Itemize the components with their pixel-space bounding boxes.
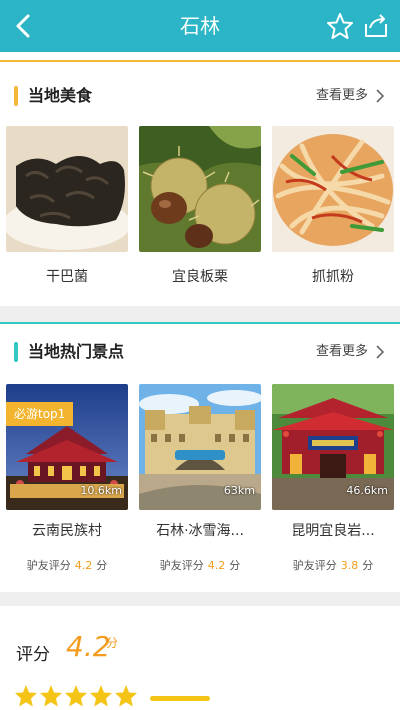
rating-score: 4.2 xyxy=(66,630,111,663)
rating-unit: 分 xyxy=(96,559,108,572)
star-icon xyxy=(90,685,112,707)
rating-line: 驴友评分 4.2 分 xyxy=(139,557,261,573)
rating-line: 驴友评分 3.8 分 xyxy=(272,557,394,573)
star-rating xyxy=(14,684,139,708)
rating-line: 驴友评分 4.2 分 xyxy=(6,557,128,573)
section-title: 当地热门景点 xyxy=(28,342,125,361)
section-accent-bar xyxy=(14,342,18,362)
attraction-name: 石林·冰雪海... xyxy=(156,523,244,539)
food-image xyxy=(272,126,394,252)
rating-value: 3.8 xyxy=(340,559,359,572)
food-name: 干巴菌 xyxy=(46,269,88,285)
must-visit-badge: 必游top1 xyxy=(6,402,74,426)
food-image xyxy=(6,126,128,252)
star-icon xyxy=(40,685,62,707)
rating-title: 评分 xyxy=(16,645,50,665)
food-name: 宜良板栗 xyxy=(172,269,228,285)
distance-label: 63km xyxy=(223,484,255,497)
rating-section: 评分 4.2 分 xyxy=(0,606,400,710)
view-more-link[interactable]: 查看更多 xyxy=(316,340,368,364)
star-icon xyxy=(65,685,87,707)
chevron-right-icon[interactable] xyxy=(374,88,386,104)
attraction-name: 云南民族村 xyxy=(32,523,102,539)
rating-label: 驴友评分 xyxy=(26,559,71,572)
header-divider xyxy=(0,52,400,66)
share-icon[interactable] xyxy=(360,10,392,42)
section-header: 当地热门景点 查看更多 xyxy=(0,340,400,364)
star-outline-icon[interactable] xyxy=(324,10,356,42)
distance-label: 10.6km xyxy=(80,484,122,497)
view-more-link[interactable]: 查看更多 xyxy=(316,84,368,108)
rating-label: 驴友评分 xyxy=(159,559,204,572)
star-icon xyxy=(115,685,137,707)
section-accent-bar xyxy=(14,86,18,106)
rating-label: 驴友评分 xyxy=(292,559,337,572)
rating-value: 4.2 xyxy=(207,559,226,572)
rating-value: 4.2 xyxy=(74,559,93,572)
local-food-section: 当地美食 查看更多 干巴菌 宜良板栗 抓抓粉 xyxy=(0,66,400,306)
rating-unit: 分 xyxy=(362,559,374,572)
rating-unit: 分 xyxy=(229,559,241,572)
section-header: 当地美食 查看更多 xyxy=(0,84,400,108)
rating-unit: 分 xyxy=(106,636,119,650)
attraction-name: 昆明宜良岩... xyxy=(291,523,375,539)
star-icon xyxy=(15,685,37,707)
popular-attractions-section: 当地热门景点 查看更多 必游top1 10.6km 云南民族村 驴友评分 4.2 分 xyxy=(0,322,400,592)
distance-label: 46.6km xyxy=(346,484,388,497)
section-title: 当地美食 xyxy=(28,86,93,105)
rating-bar xyxy=(150,696,210,701)
food-name: 抓抓粉 xyxy=(312,269,354,285)
chevron-right-icon[interactable] xyxy=(374,344,386,360)
food-image xyxy=(139,126,261,252)
top-bar: 石林 xyxy=(0,0,400,52)
